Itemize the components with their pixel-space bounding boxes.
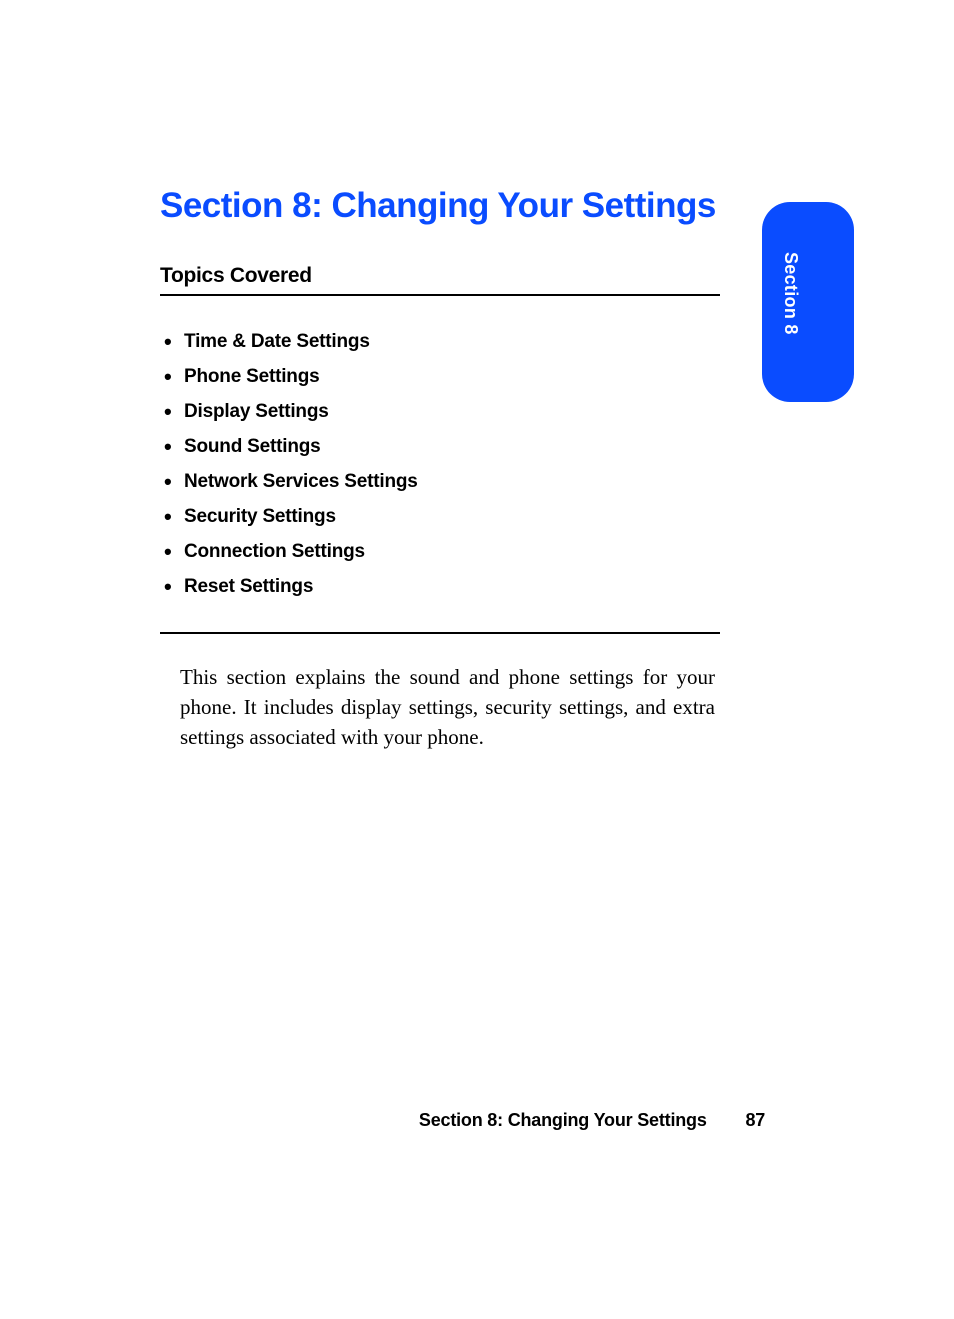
page-content: Section 8: Changing Your Settings Topics… <box>160 186 730 752</box>
list-item: Display Settings <box>160 394 730 429</box>
footer-title: Section 8: Changing Your Settings <box>419 1110 707 1130</box>
list-item: Security Settings <box>160 499 730 534</box>
section-tab: Section 8 <box>762 202 854 402</box>
list-item: Connection Settings <box>160 534 730 569</box>
list-item: Network Services Settings <box>160 464 730 499</box>
footer-page-number: 87 <box>745 1110 765 1130</box>
topics-block: Topics Covered Time & Date Settings Phon… <box>160 264 730 634</box>
divider-top <box>160 294 720 296</box>
list-item: Reset Settings <box>160 569 730 604</box>
section-title: Section 8: Changing Your Settings <box>160 186 730 226</box>
topics-list: Time & Date Settings Phone Settings Disp… <box>160 324 730 604</box>
divider-bottom <box>160 632 720 634</box>
section-tab-label: Section 8 <box>780 252 801 335</box>
page-footer: Section 8: Changing Your Settings 87 <box>0 1110 954 1131</box>
topics-heading: Topics Covered <box>160 264 730 288</box>
list-item: Phone Settings <box>160 359 730 394</box>
list-item: Sound Settings <box>160 429 730 464</box>
body-text: This section explains the sound and phon… <box>180 662 715 752</box>
list-item: Time & Date Settings <box>160 324 730 359</box>
